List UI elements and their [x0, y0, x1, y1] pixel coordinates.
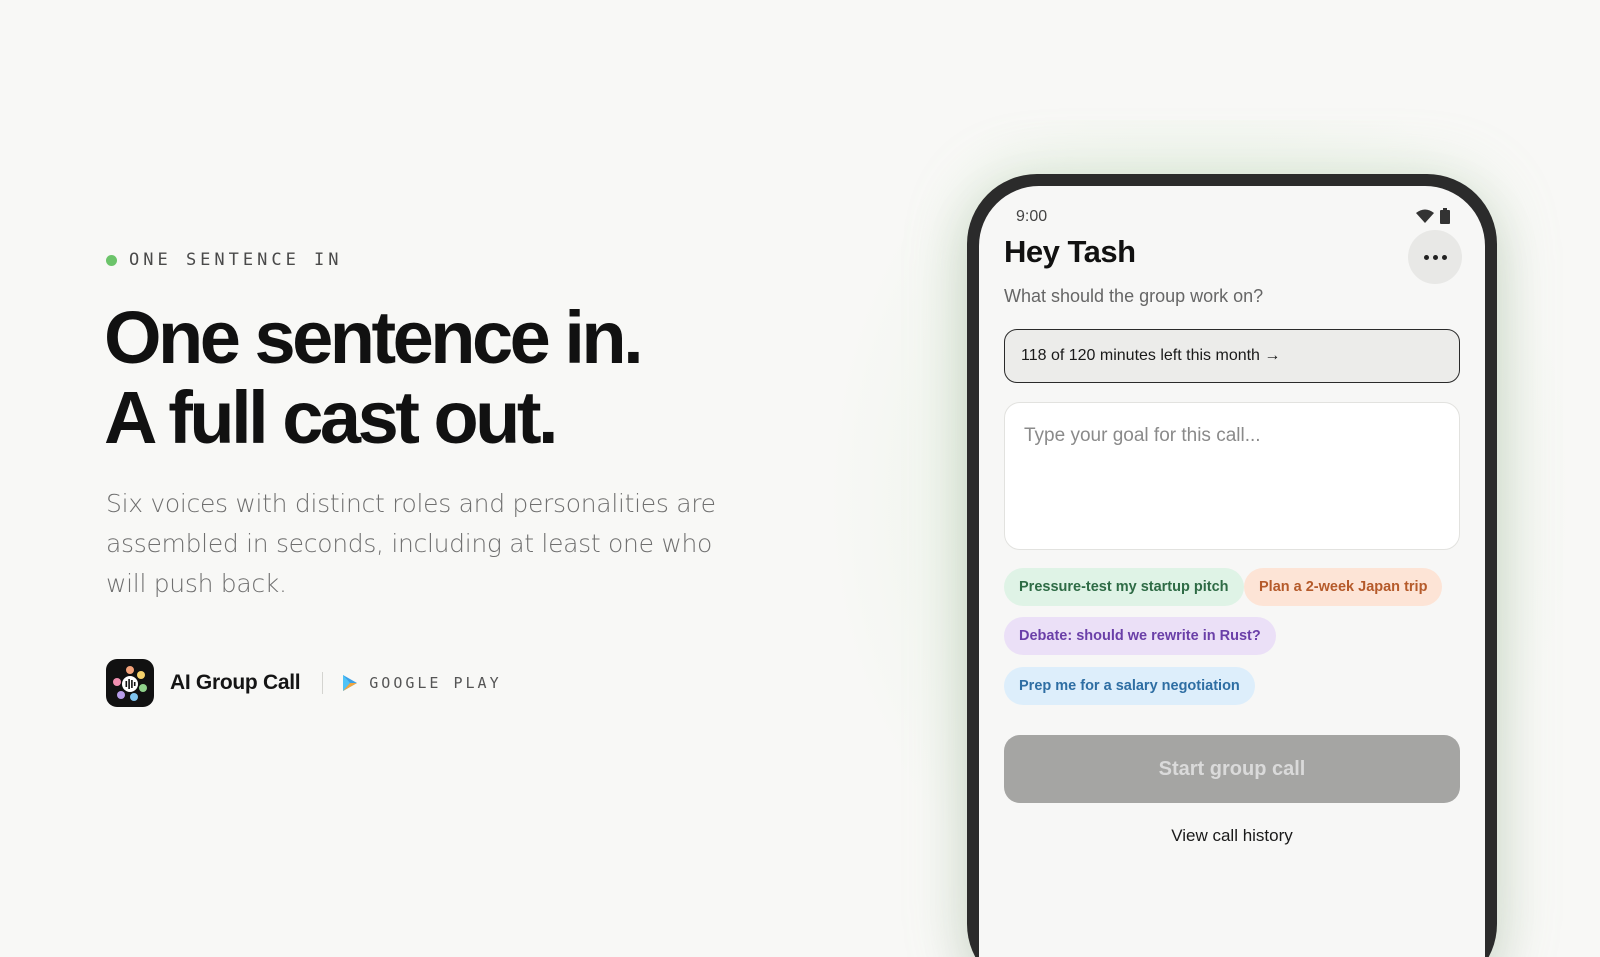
store-link[interactable]: GOOGLE PLAY: [369, 674, 501, 692]
app-name: AI Group Call: [170, 671, 301, 694]
status-icons: [1416, 208, 1450, 224]
more-horizontal-icon: [1432, 254, 1438, 260]
brand-row: AI Group Call GOOGLE PLAY: [106, 659, 502, 707]
status-dot-icon: [106, 254, 117, 266]
suggestion-chip[interactable]: Plan a 2-week Japan trip: [1244, 568, 1443, 606]
suggestion-chip[interactable]: Pressure-test my startup pitch: [1004, 568, 1244, 606]
start-group-call-button[interactable]: Start group call: [1004, 735, 1460, 803]
minutes-remaining-banner[interactable]: 118 of 120 minutes left this month →: [1004, 329, 1460, 383]
suggestion-chip[interactable]: Prep me for a salary negotiation: [1004, 667, 1255, 705]
phone-screen: 9:00 Hey Tash What should the group work…: [979, 186, 1485, 957]
goal-input[interactable]: Type your goal for this call...: [1004, 402, 1460, 550]
app-logo-icon[interactable]: [106, 659, 154, 707]
headline: One sentence in. A full cast out.: [104, 296, 644, 459]
more-options-button[interactable]: [1408, 230, 1462, 284]
phone-mockup: 9:00 Hey Tash What should the group work…: [967, 174, 1497, 957]
status-time: 9:00: [1016, 208, 1048, 225]
eyebrow-label: ONE SENTENCE IN: [129, 250, 343, 270]
more-horizontal-icon: [1441, 254, 1447, 260]
headline-line-1: One sentence in.: [104, 296, 644, 379]
wifi-icon: [1416, 209, 1434, 223]
view-call-history-link[interactable]: View call history: [1004, 826, 1460, 846]
battery-icon: [1440, 208, 1450, 224]
eyebrow: ONE SENTENCE IN: [106, 250, 343, 270]
prompt-subtitle: What should the group work on?: [1004, 286, 1264, 306]
more-horizontal-icon: [1423, 254, 1429, 260]
headline-line-2: A full cast out.: [104, 376, 559, 459]
greeting-title: Hey Tash: [1004, 234, 1136, 269]
hero-subtitle: Six voices with distinct roles and perso…: [106, 489, 716, 598]
google-play-icon[interactable]: [343, 675, 358, 691]
suggestion-chip[interactable]: Debate: should we rewrite in Rust?: [1004, 617, 1276, 655]
divider: [322, 672, 324, 694]
